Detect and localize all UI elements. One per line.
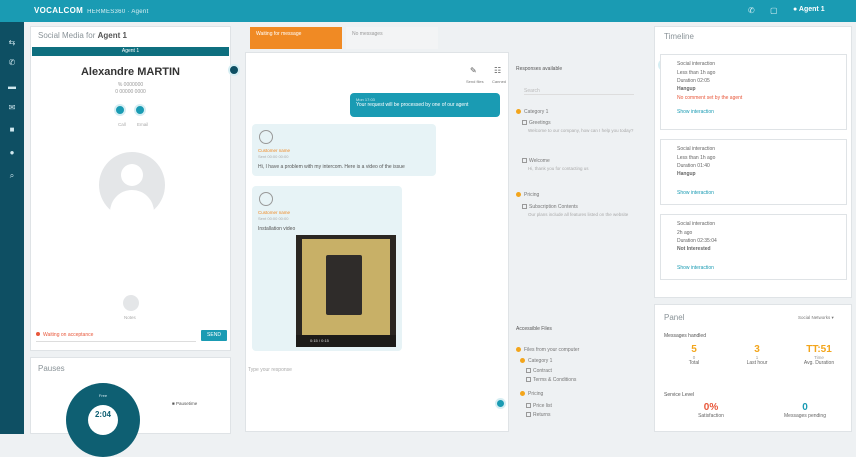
contact-extra: 0 00000 0000 [115, 89, 146, 95]
left-nav: ⇆ ✆ ▬ ✉ ■ ● ⌕ [0, 0, 24, 434]
stats-title: Panel [664, 313, 685, 322]
notes-icon[interactable] [123, 295, 139, 311]
send-files-label: Send files [466, 79, 484, 84]
email-label: Email [137, 122, 149, 127]
file-contract[interactable]: Contract [526, 368, 552, 374]
timeline-card-1[interactable]: Social interaction Less than 1h ago Dura… [660, 54, 847, 130]
phone-status-icon[interactable]: ✆ [748, 6, 755, 15]
top-bar: VOCALCOM HERMES360 · Agent ✆ ▢ ● Agent 1 [0, 0, 856, 22]
timeline-card-3[interactable]: Social interaction 2h ago Duration 02:35… [660, 214, 847, 280]
responses-search[interactable]: Search [524, 88, 634, 95]
chat-icon[interactable]: ▬ [0, 82, 24, 91]
window-icon[interactable]: ▢ [770, 6, 778, 15]
outgoing-message: Mon 17:03 Your request will be processed… [350, 93, 500, 117]
timeline-title: Timeline [664, 32, 694, 41]
canned-label: Canned [492, 79, 507, 84]
contact-phone: % 0000000 [117, 82, 144, 88]
contact-avatar [99, 152, 165, 218]
response-subscription[interactable]: Subscription Contents [522, 204, 578, 210]
file-returns[interactable]: Returns [526, 412, 551, 418]
send-files-icon[interactable]: ✎ [470, 66, 477, 75]
pauses-title: Pauses [38, 364, 65, 373]
response-welcome[interactable]: Welcome [522, 158, 550, 164]
contact-name: Alexandre MARTIN [80, 66, 181, 78]
category-1[interactable]: Category 1 [516, 109, 548, 115]
panel-title: Social Media for Agent 1 [38, 31, 127, 40]
settings-icon[interactable]: ■ [0, 125, 24, 134]
show-interaction-link[interactable]: Show interaction [677, 109, 714, 115]
files-pricing[interactable]: Pricing [520, 391, 543, 397]
video-controls[interactable]: 0:15 / 0:15 [296, 335, 396, 347]
email-button[interactable] [134, 104, 146, 116]
messages-title: Messages handled [664, 333, 706, 339]
kpi-total: 5 0 Total [688, 344, 700, 366]
menu-icon[interactable]: ⇆ [0, 38, 24, 47]
close-contact-button[interactable] [228, 64, 240, 76]
response-greetings[interactable]: Greetings [522, 120, 551, 126]
contact-tab-bar[interactable]: Agent 1 [32, 47, 229, 56]
service-title: Service Level [664, 392, 695, 398]
notes-label: Notes [124, 315, 136, 320]
show-interaction-link[interactable]: Show interaction [677, 190, 714, 196]
kpi-avg-duration: TT:51 Time Avg. Duration [803, 344, 835, 366]
service-satisfaction: 0% Satisfaction [698, 402, 724, 419]
call-label: Call [118, 122, 126, 127]
user-icon [259, 192, 273, 206]
responses-title: Responses available [516, 66, 563, 72]
send-message-button[interactable] [495, 398, 506, 409]
video-player[interactable]: 0:15 / 0:15 [296, 235, 396, 347]
globe-icon[interactable]: ● [0, 148, 24, 157]
user-icon [259, 130, 273, 144]
pause-gauge: Free 2:04 [66, 383, 140, 457]
show-interaction-link[interactable]: Show interaction [677, 265, 714, 271]
category-pricing[interactable]: Pricing [516, 192, 539, 198]
timeline-card-2[interactable]: Social interaction Less than 1h ago Dura… [660, 139, 847, 205]
mail-icon[interactable]: ✉ [0, 103, 24, 112]
files-category-1[interactable]: Category 1 [520, 358, 552, 364]
agent-menu[interactable]: ● Agent 1 [793, 6, 825, 13]
kpi-last-hour: 3 1 Last hour [746, 344, 768, 366]
intercom-image [326, 255, 362, 315]
tab-active-chat[interactable]: Waiting for message [250, 27, 342, 49]
service-pending: 0 Messages pending [784, 402, 826, 419]
file-terms[interactable]: Terms & Conditions [526, 377, 576, 383]
pause-legend: ■ Pausetime [172, 401, 198, 406]
send-button[interactable]: SEND [201, 330, 227, 341]
compose-input[interactable]: Type your response [248, 367, 292, 373]
incoming-message-1: Customer name Sent 00:00 00:00 Hi, I hav… [252, 124, 436, 176]
stats-dropdown[interactable]: Social Networks ▾ [798, 315, 834, 321]
search-icon[interactable]: ⌕ [0, 171, 24, 181]
brand-logo: VOCALCOM HERMES360 · Agent [34, 6, 149, 15]
canned-icon[interactable]: ☷ [494, 66, 501, 75]
status-select[interactable]: Waiting on acceptance [36, 332, 196, 342]
tab-inactive-chat[interactable]: No messages [346, 27, 438, 49]
subscription-desc: Our plans include all features listed on… [528, 212, 629, 217]
file-price-list[interactable]: Price list [526, 403, 552, 409]
files-folder[interactable]: Files from your computer [516, 347, 579, 353]
welcome-desc: Hi, thank you for contacting us [528, 166, 589, 171]
accessible-files-title: Accessible Files [516, 326, 552, 332]
phone-icon[interactable]: ✆ [0, 58, 24, 67]
call-button[interactable] [114, 104, 126, 116]
greetings-desc: Welcome to our company, how can I help y… [528, 128, 634, 133]
